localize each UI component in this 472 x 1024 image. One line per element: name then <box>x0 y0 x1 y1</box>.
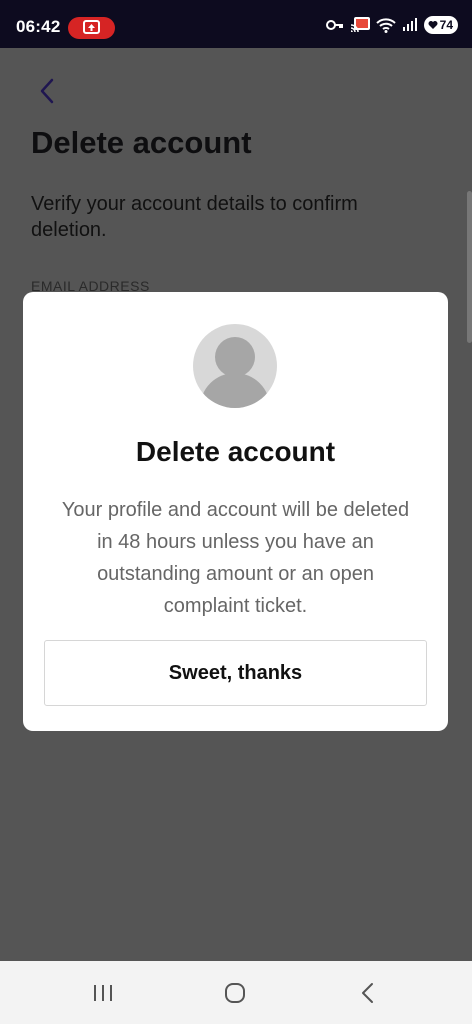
status-icons: 74 <box>325 16 458 34</box>
cast-icon <box>350 17 370 33</box>
page-subtitle: Verify your account details to confirm d… <box>31 193 358 241</box>
dialog-title: Delete account <box>135 436 336 467</box>
avatar <box>193 324 277 408</box>
wifi-icon <box>375 18 396 33</box>
delete-account-dialog: Delete account Your profile and account … <box>23 292 448 731</box>
avatar-head <box>215 337 255 377</box>
battery-level: 74 <box>439 18 453 32</box>
status-bar: 06:42 74 <box>0 0 472 48</box>
recents-icon[interactable] <box>91 981 115 1005</box>
page-title: Delete account <box>31 125 252 160</box>
sweet-thanks-button[interactable]: Sweet, thanks <box>44 640 427 706</box>
scrollbar[interactable] <box>467 191 472 343</box>
back-arrow-icon[interactable] <box>34 76 60 106</box>
status-time: 06:42 <box>16 17 61 36</box>
battery-icon: 74 <box>423 16 458 34</box>
screen-record-icon[interactable] <box>68 17 115 39</box>
signal-icon <box>402 18 417 31</box>
nav-back-icon[interactable] <box>356 981 380 1005</box>
avatar-body <box>200 373 270 408</box>
navigation-bar <box>0 961 472 1024</box>
dialog-message: Your profile and account will be deleted… <box>61 499 410 617</box>
home-icon[interactable] <box>223 981 247 1005</box>
key-icon <box>325 20 343 30</box>
